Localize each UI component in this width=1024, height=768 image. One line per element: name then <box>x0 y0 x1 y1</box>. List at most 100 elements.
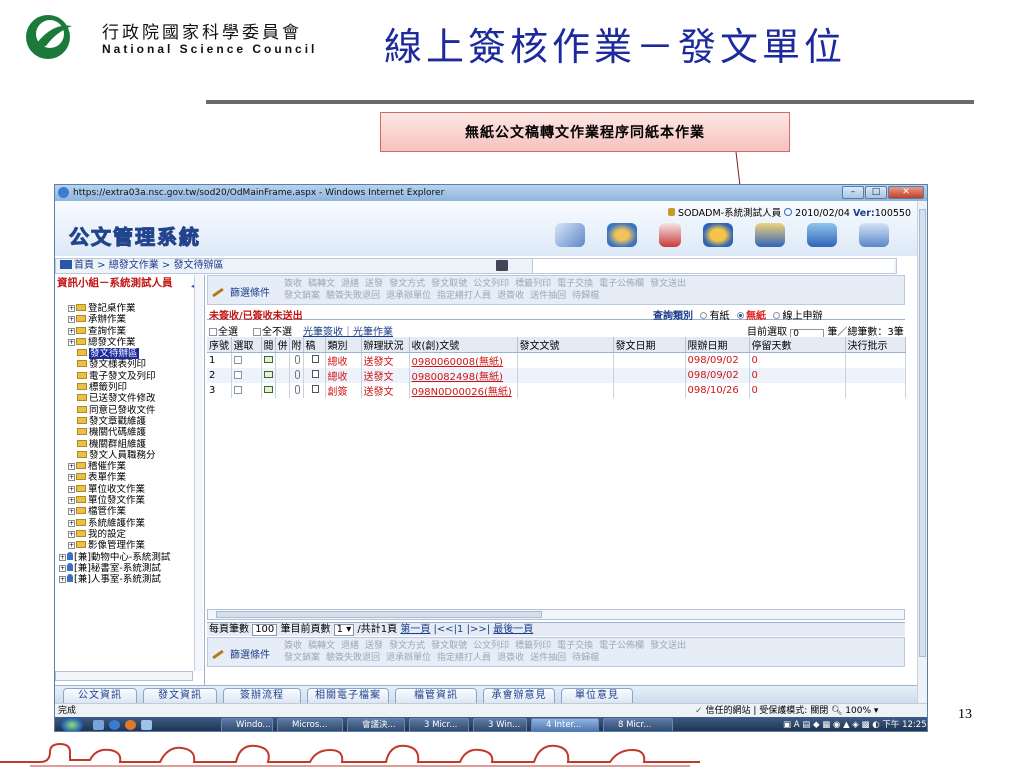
breadcrumb-text[interactable]: 首頁 > 總發文作業 > 發文待辦區 <box>74 260 223 271</box>
action-link[interactable]: 驗簽失敗退回 <box>326 653 380 663</box>
action-link[interactable]: 指定繕打人員 <box>437 653 491 663</box>
back-arrow-icon[interactable] <box>755 223 785 247</box>
ie-quicklaunch-icon[interactable] <box>109 720 120 730</box>
column-header[interactable]: 停留天數 <box>749 337 846 353</box>
action-link[interactable]: 送發 <box>365 641 383 651</box>
tree-item[interactable]: + [兼]動物中心-系統測試 <box>55 551 203 563</box>
tree-item[interactable]: + 承辦作業 <box>55 314 203 325</box>
tree-item[interactable]: + 單位發文作業 <box>55 495 203 506</box>
filter-button-bottom[interactable]: 篩選條件 <box>212 646 270 661</box>
action-link[interactable]: 標籤列印 <box>515 641 551 651</box>
tree-item[interactable]: 發文様表列印 <box>55 359 203 370</box>
expand-icon[interactable]: + <box>68 338 75 346</box>
column-header[interactable]: 類別 <box>325 337 362 353</box>
sign-pen-icon[interactable] <box>555 223 585 247</box>
expand-icon[interactable]: + <box>59 576 66 584</box>
taskbar-button[interactable]: Micros... <box>277 718 343 731</box>
mail-icon[interactable] <box>263 356 273 363</box>
action-link[interactable]: 公文列印 <box>473 641 509 651</box>
tree-item[interactable]: 發文人員職務分 <box>55 450 203 461</box>
report-icon[interactable] <box>659 223 681 247</box>
column-header[interactable]: 限辦日期 <box>685 337 750 353</box>
filter-button[interactable]: 篩選條件 <box>212 284 270 299</box>
column-header[interactable]: 併 <box>275 337 290 353</box>
tray-icons[interactable]: ▣ A ▤ ◆ ▦ ◉ ▲ ◈ ▩ ◐ <box>783 720 882 730</box>
read-cell[interactable] <box>261 352 276 368</box>
action-link[interactable]: 送件抽回 <box>530 291 566 301</box>
radio-nopaper[interactable] <box>736 312 744 319</box>
column-header[interactable]: 閱 <box>261 337 276 353</box>
tab[interactable]: 承會辦意見 <box>483 688 555 703</box>
column-header[interactable]: 發文日期 <box>613 337 686 353</box>
tree-item[interactable]: + 單位收文作業 <box>55 484 203 495</box>
taskbar-button[interactable]: Windo... <box>221 718 273 731</box>
action-link[interactable]: 電子交換 <box>557 279 593 289</box>
column-header[interactable]: 收(創)文號 <box>409 337 518 353</box>
action-link[interactable]: 發文銷案 <box>284 653 320 663</box>
help-icon[interactable] <box>703 223 733 247</box>
action-link[interactable]: 驗簽失敗退回 <box>326 291 380 301</box>
row-select-cell[interactable] <box>231 352 262 368</box>
action-link[interactable]: 簽收 <box>284 279 302 289</box>
action-link[interactable]: 待歸檔 <box>572 291 599 301</box>
tree-item[interactable]: + 檔管作業 <box>55 506 203 517</box>
first-page-link[interactable]: 第一頁 <box>400 624 430 635</box>
column-header[interactable]: 發文文號 <box>517 337 614 353</box>
action-link[interactable]: 退簽收 <box>497 653 524 663</box>
tab[interactable]: 發文資訊 <box>143 688 217 703</box>
expand-icon[interactable]: + <box>68 519 75 527</box>
tree-item[interactable]: 發文章戳維護 <box>55 416 203 427</box>
attach-cell[interactable] <box>289 352 304 368</box>
zoom-level[interactable]: 🔍︎ 100% ▾ <box>831 704 878 718</box>
table-horizontal-scrollbar[interactable] <box>207 609 905 620</box>
search-globe-icon[interactable] <box>607 223 637 247</box>
table-row[interactable]: 2 總收 送發文 0980082498(無紙) 098/09/02 0 <box>207 368 906 383</box>
action-link[interactable]: 待歸檔 <box>572 653 599 663</box>
action-link[interactable]: 稿轉文 <box>308 641 335 651</box>
action-link[interactable]: 發文方式 <box>389 641 425 651</box>
document-icon[interactable] <box>311 370 319 378</box>
mail-icon[interactable] <box>263 371 273 378</box>
taskbar-button[interactable]: 3 Win... <box>473 718 527 731</box>
action-link[interactable]: 標籤列印 <box>515 279 551 289</box>
row-select-cell[interactable] <box>231 383 262 398</box>
tree-item[interactable]: + 影像管理作業 <box>55 540 203 551</box>
light-pen-links[interactable]: 光筆簽收｜光筆作業 <box>303 323 393 338</box>
tree-item[interactable]: 機關代碼維護 <box>55 427 203 438</box>
tree-item[interactable]: + 稽催作業 <box>55 461 203 472</box>
radio-online[interactable] <box>773 312 781 319</box>
read-cell[interactable] <box>261 368 276 383</box>
expand-icon[interactable]: + <box>68 327 75 335</box>
select-none[interactable]: 全不選 <box>253 323 292 338</box>
page-scrollbar[interactable] <box>917 201 927 703</box>
column-header[interactable]: 稿 <box>303 337 326 353</box>
table-row[interactable]: 3 創簽 送發文 098N0D00026(無紙) 098/10/26 0 <box>207 383 906 398</box>
tree-item[interactable]: + 總發文作業 <box>55 337 203 348</box>
show-desktop-icon[interactable] <box>93 720 104 730</box>
row-doc-number[interactable]: 0980060008(無紙) <box>409 352 518 368</box>
action-link[interactable]: 發文取號 <box>431 641 467 651</box>
minimize-button[interactable]: – <box>842 186 864 199</box>
action-link[interactable]: 發文方式 <box>389 279 425 289</box>
page-nav[interactable]: |<<|1 |>>| <box>434 624 491 635</box>
action-link[interactable]: 退繕 <box>341 641 359 651</box>
read-cell[interactable] <box>261 383 276 398</box>
row-checkbox[interactable] <box>233 356 242 364</box>
action-link[interactable]: 發文取號 <box>431 279 467 289</box>
paperclip-icon[interactable] <box>294 354 300 364</box>
expand-icon[interactable]: + <box>59 564 66 572</box>
start-button[interactable] <box>61 717 83 731</box>
table-row[interactable]: 1 總收 送發文 0980060008(無紙) 098/09/02 0 <box>207 352 906 368</box>
expand-icon[interactable]: + <box>68 316 75 324</box>
draft-cell[interactable] <box>303 352 326 368</box>
firefox-quicklaunch-icon[interactable] <box>125 720 136 730</box>
column-header[interactable]: 序號 <box>207 337 232 353</box>
tree-item[interactable]: + 我的設定 <box>55 529 203 540</box>
exit-icon[interactable] <box>859 223 889 247</box>
action-link[interactable]: 退簽收 <box>497 291 524 301</box>
select-all[interactable]: 全選 <box>209 323 238 338</box>
row-doc-number[interactable]: 098N0D00026(無紙) <box>409 383 518 398</box>
draft-cell[interactable] <box>303 383 326 398</box>
action-link[interactable]: 送件抽回 <box>530 653 566 663</box>
document-icon[interactable] <box>311 355 319 363</box>
